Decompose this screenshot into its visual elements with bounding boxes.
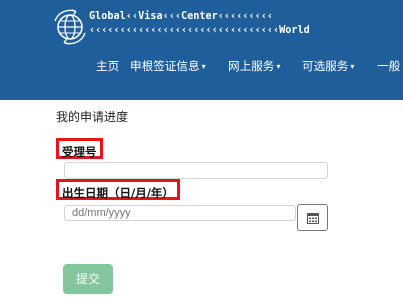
nav-item-general-label: 一般 (377, 59, 401, 73)
submit-button[interactable]: 提交 (63, 264, 113, 294)
page-title: 我的申请进度 (56, 110, 129, 124)
nav-item-home-label: 主页 (96, 59, 120, 73)
calendar-button[interactable] (297, 204, 328, 231)
nav-item-optional-services[interactable]: 可选服务 ▾ (302, 57, 354, 76)
submit-button-label: 提交 (75, 272, 100, 286)
date-of-birth-label: 出生日期（日/月/年） (62, 186, 174, 200)
nav-item-home[interactable]: 主页 (96, 57, 119, 75)
date-of-birth-input[interactable] (64, 205, 296, 221)
brand-name-line1: Global‹‹Visa‹‹‹Center‹‹‹‹‹‹‹‹‹ (89, 11, 274, 22)
nav-item-general[interactable]: 一般 (377, 57, 400, 75)
nav-item-online-services[interactable]: 网上服务 ▾ (228, 57, 280, 76)
nav-item-apply-info[interactable]: 申根签证信息 ▾ (130, 57, 206, 76)
nav-item-apply-info-label: 申根签证信息 (130, 59, 200, 73)
reference-number-label: 受理号 (62, 145, 97, 159)
chevron-down-icon: ▾ (350, 62, 355, 71)
chevron-down-icon: ▾ (276, 62, 281, 71)
reference-number-input[interactable] (64, 162, 328, 179)
brand-name-line2: ‹‹‹‹‹‹‹‹‹‹‹‹‹‹‹‹‹‹‹‹‹‹‹‹‹‹‹‹‹‹‹World (89, 25, 310, 36)
nav-item-online-services-label: 网上服务 (228, 59, 275, 73)
site-header: Global‹‹Visa‹‹‹Center‹‹‹‹‹‹‹‹‹ ‹‹‹‹‹‹‹‹‹… (0, 0, 403, 100)
reference-label-highlight: 受理号 (56, 138, 103, 159)
chevron-down-icon: ▾ (201, 62, 206, 71)
main-content: 我的申请进度 受理号 出生日期（日/月/年） 提交 (0, 100, 403, 301)
calendar-icon (307, 213, 319, 224)
dob-label-highlight: 出生日期（日/月/年） (56, 179, 180, 200)
globe-icon[interactable] (50, 7, 90, 47)
nav-item-optional-services-label: 可选服务 (302, 59, 349, 73)
